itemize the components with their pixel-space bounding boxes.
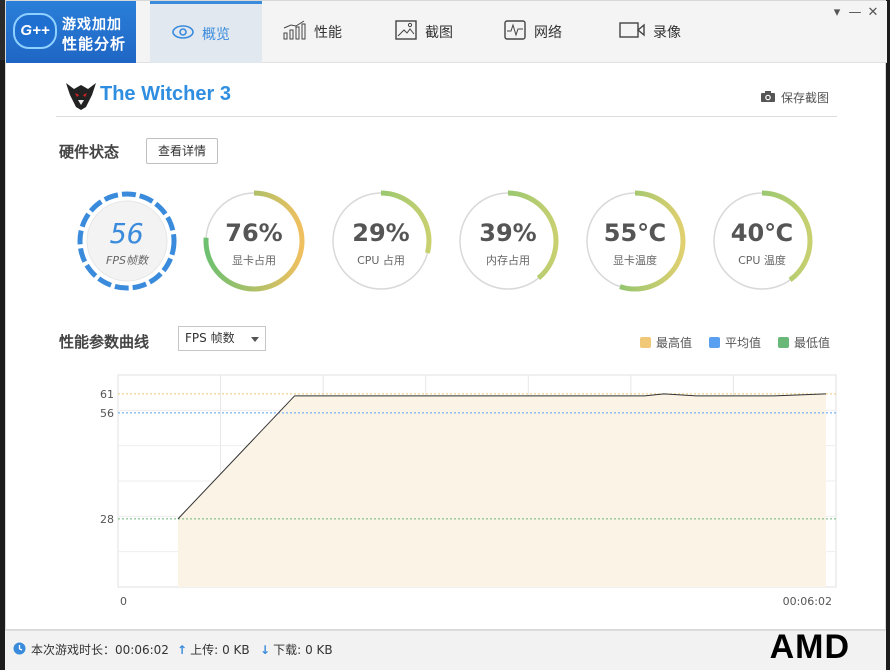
curve-section-title: 性能参数曲线	[59, 333, 150, 351]
metric-select[interactable]: FPS 帧数	[178, 326, 266, 351]
tab-overview[interactable]: 概览	[150, 1, 262, 63]
fps-chart-svg: 28 56 61 0 00:06:02	[100, 374, 837, 608]
upload-value: 0 KB	[222, 642, 250, 657]
minimize-button[interactable]: —	[846, 5, 864, 21]
gpu-usage-gauge: 76% 显卡占用	[202, 189, 306, 293]
brand-name: 游戏加加	[62, 17, 122, 33]
legend-min-swatch	[778, 337, 789, 348]
tab-screenshots[interactable]: 截图	[395, 1, 485, 63]
fps-curve-chart: 28 56 61 0 00:06:02	[66, 361, 846, 611]
gpu-temperature-gauge: 55℃ 显卡温度	[583, 189, 687, 293]
gauge-value: 76%	[225, 219, 283, 247]
tab-label: 录像	[653, 25, 681, 41]
play-time: 本次游戏时长： 00:06:02	[13, 641, 169, 658]
metric-select-value: FPS 帧数	[185, 331, 235, 345]
y-tick-label: 56	[100, 407, 114, 420]
view-details-button[interactable]: 查看详情	[146, 138, 218, 164]
play-time-label: 本次游戏时长：	[31, 643, 116, 657]
app-window: G++ 游戏加加 性能分析 概览 性能 截图 网络 录像 ▾ — ✕ The W…	[5, 0, 887, 630]
save-screenshot-label: 保存截图	[780, 91, 829, 105]
brand-panel: G++ 游戏加加 性能分析	[6, 1, 136, 63]
x-tick-label: 0	[120, 595, 127, 608]
status-bar: 本次游戏时长： 00:06:02 ↑ 上传: 0 KB ↓ 下载: 0 KB	[5, 630, 886, 670]
brand-subtitle: 性能分析	[62, 35, 127, 53]
close-button[interactable]: ✕	[864, 5, 882, 21]
download-arrow-icon: ↓	[260, 642, 271, 657]
legend-avg: 平均值	[709, 334, 761, 351]
gauge-label: CPU 温度	[738, 254, 786, 267]
image-icon	[395, 20, 417, 44]
legend-max: 最高值	[640, 334, 692, 351]
wolf-emblem-icon	[64, 81, 98, 111]
cpu-temperature-gauge: 40℃ CPU 温度	[710, 189, 814, 293]
clock-icon	[13, 642, 26, 658]
amd-watermark: AMD	[769, 628, 850, 666]
eye-icon	[172, 24, 194, 43]
gauge-label: 内存占用	[486, 254, 530, 267]
legend-max-swatch	[640, 337, 651, 348]
tab-label: 截图	[425, 25, 453, 41]
upload-label: 上传:	[190, 643, 219, 657]
hardware-section-title: 硬件状态	[59, 143, 120, 161]
upload-stat: ↑ 上传: 0 KB	[177, 641, 250, 658]
chevron-down-icon	[251, 337, 259, 342]
fps-label: FPS帧数	[106, 254, 148, 267]
pulse-icon	[504, 20, 526, 44]
tab-label: 概览	[202, 26, 230, 43]
top-navigation-bar: G++ 游戏加加 性能分析 概览 性能 截图 网络 录像 ▾ — ✕	[6, 1, 887, 63]
y-tick-label: 28	[100, 513, 114, 526]
fps-gauge: 56 FPS帧数	[75, 189, 179, 293]
legend-avg-label: 平均值	[725, 336, 762, 350]
legend-min: 最低值	[778, 334, 830, 351]
save-screenshot-button[interactable]: 保存截图	[760, 89, 829, 106]
download-label: 下载:	[273, 643, 302, 657]
game-header: The Witcher 3 保存截图	[56, 79, 837, 117]
gauge-value: 29%	[352, 219, 410, 247]
legend-max-label: 最高值	[656, 336, 693, 350]
video-icon	[619, 21, 645, 43]
game-title: The Witcher 3	[100, 83, 231, 105]
gauge-label: 显卡温度	[613, 254, 657, 267]
memory-usage-gauge: 39% 内存占用	[456, 189, 560, 293]
y-tick-label: 61	[100, 388, 114, 401]
gauge-value: 55℃	[603, 219, 667, 247]
tab-performance[interactable]: 性能	[282, 1, 372, 63]
app-logo-icon: G++	[13, 13, 57, 49]
tab-label: 性能	[314, 25, 342, 41]
play-time-value: 00:06:02	[115, 642, 169, 657]
bar-chart-icon	[282, 20, 306, 44]
camera-icon	[760, 90, 776, 106]
legend-min-label: 最低值	[794, 336, 831, 350]
download-stat: ↓ 下载: 0 KB	[260, 641, 333, 658]
cpu-usage-gauge: 29% CPU 占用	[329, 189, 433, 293]
tab-label: 网络	[534, 25, 562, 41]
gauge-value: 39%	[479, 219, 537, 247]
gauge-value: 40℃	[730, 219, 794, 247]
tab-recording[interactable]: 录像	[619, 1, 709, 63]
fps-value: 56	[110, 217, 144, 250]
legend-avg-swatch	[709, 337, 720, 348]
upload-arrow-icon: ↑	[177, 642, 188, 657]
gauge-label: 显卡占用	[232, 254, 276, 267]
gauge-label: CPU 占用	[357, 254, 405, 267]
desktop-background-right	[886, 0, 890, 670]
x-tick-label: 00:06:02	[783, 595, 832, 608]
download-value: 0 KB	[305, 642, 333, 657]
tab-network[interactable]: 网络	[504, 1, 594, 63]
chart-area-fill	[178, 393, 826, 587]
menu-button[interactable]: ▾	[828, 5, 846, 21]
